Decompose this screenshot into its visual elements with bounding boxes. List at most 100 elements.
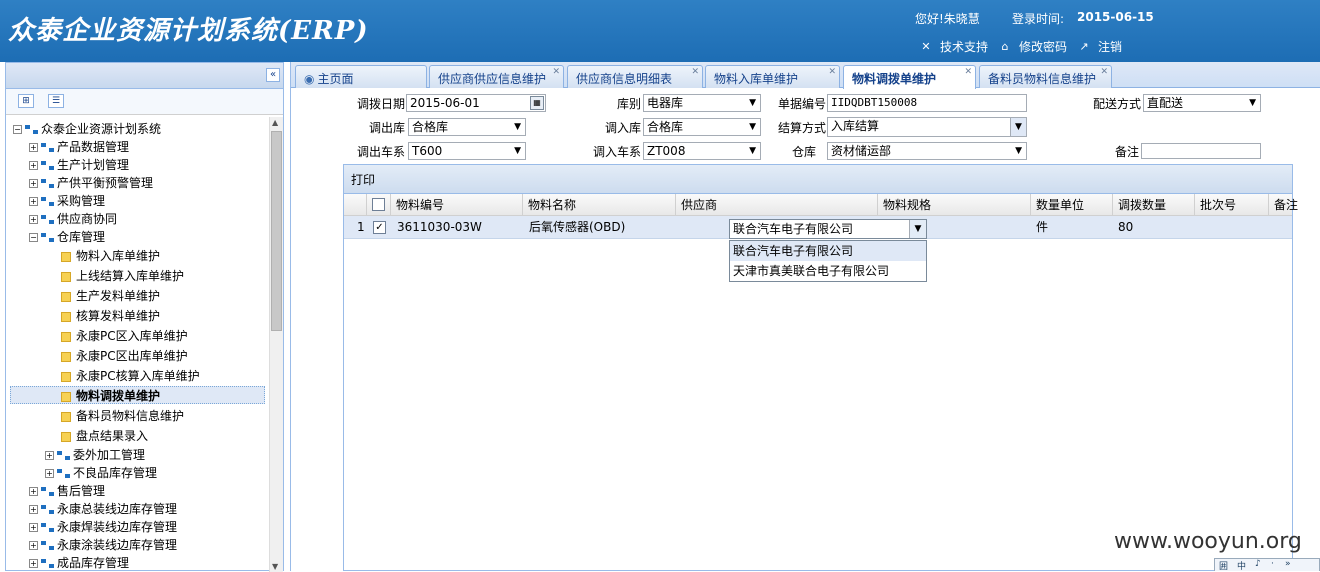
close-icon[interactable]: ✕ (964, 67, 972, 77)
tree-leaf[interactable]: 永康PC区出库单维护 (61, 347, 188, 365)
logout-icon: ↗ (1079, 40, 1089, 53)
out-series-select[interactable]: T600 ▼ (408, 142, 526, 160)
col-material-name[interactable]: 物料名称 (523, 194, 676, 216)
tree-scrollbar[interactable]: ▲ ▼ (269, 117, 283, 572)
tab-material-inbound[interactable]: 物料入库单维护 ✕ (705, 65, 840, 88)
doc-no-field[interactable]: IIDQDBT150008 (827, 94, 1027, 112)
col-remark[interactable]: 备注 (1269, 194, 1298, 216)
tree-leaf[interactable]: 备料员物料信息维护 (61, 407, 184, 425)
tree-node-finished-stock[interactable]: + 成品库存管理 (29, 554, 129, 572)
ime-icon[interactable]: 中 (1237, 559, 1246, 572)
chevron-down-icon[interactable]: ▼ (909, 220, 926, 238)
logout-link[interactable]: ↗ 注销 (1078, 38, 1122, 55)
calendar-icon[interactable]: ▦ (530, 96, 544, 110)
tree-node-root[interactable]: − 众泰企业资源计划系统 (13, 120, 161, 138)
expand-icon[interactable]: + (29, 541, 38, 550)
tree-leaf[interactable]: 上线结算入库单维护 (61, 267, 184, 285)
tree-node-after-sales[interactable]: + 售后管理 (29, 482, 105, 500)
tree-node-supplier-collab[interactable]: + 供应商协同 (29, 210, 117, 228)
collapse-all-icon[interactable]: ☰ (48, 94, 64, 108)
tree-leaf-selected[interactable]: 物料调拨单维护 (10, 386, 265, 404)
expand-icon[interactable]: + (29, 143, 38, 152)
tech-support-link[interactable]: ✕ 技术支持 (920, 38, 988, 55)
dropdown-arrow-icon: ▼ (749, 146, 756, 156)
in-series-select[interactable]: ZT008 ▼ (643, 142, 761, 160)
dropdown-arrow-icon[interactable]: ▼ (1010, 118, 1026, 136)
tree-leaf[interactable]: 永康PC核算入库单维护 (61, 367, 200, 385)
col-batch[interactable]: 批次号 (1195, 194, 1269, 216)
tree-node-painting-stock[interactable]: + 永康涂装线边库存管理 (29, 536, 177, 554)
tree-node-purchasing[interactable]: + 采购管理 (29, 192, 105, 210)
double-chevron-left-icon[interactable]: « (266, 68, 280, 82)
tree-node-assembly-stock[interactable]: + 永康总装线边库存管理 (29, 500, 177, 518)
delivery-select[interactable]: 直配送 ▼ (1143, 94, 1261, 112)
tab-material-info[interactable]: 备料员物料信息维护 ✕ (979, 65, 1112, 88)
folder-tree-icon (41, 178, 55, 189)
expand-icon[interactable]: + (29, 505, 38, 514)
expand-all-icon[interactable]: ⊞ (18, 94, 34, 108)
col-material-code[interactable]: 物料编号 (391, 194, 523, 216)
folder-tree-icon (41, 214, 55, 225)
ime-icon[interactable]: ♪ (1255, 559, 1261, 569)
supplier-combo[interactable]: 联合汽车电子有限公司 ▼ (729, 219, 927, 239)
close-icon[interactable]: ✕ (552, 67, 560, 77)
tree-leaf[interactable]: 永康PC区入库单维护 (61, 327, 188, 345)
expand-icon[interactable]: + (45, 451, 54, 460)
tree-node-product-data[interactable]: + 产品数据管理 (29, 138, 129, 156)
supplier-option[interactable]: 天津市真美联合电子有限公司 (730, 261, 926, 281)
expand-icon[interactable]: + (29, 559, 38, 568)
tree-leaf[interactable]: 生产发料单维护 (61, 287, 160, 305)
tree-leaf[interactable]: 物料入库单维护 (61, 247, 160, 265)
expand-icon[interactable]: + (29, 215, 38, 224)
out-warehouse-select[interactable]: 合格库 ▼ (408, 118, 526, 136)
tab-supplier-supply-info[interactable]: 供应商供应信息维护 ✕ (429, 65, 564, 88)
ime-icon[interactable]: · (1271, 559, 1274, 569)
scroll-down-icon[interactable]: ▼ (272, 562, 278, 571)
tree-node-defective-stock[interactable]: + 不良品库存管理 (45, 464, 157, 482)
close-icon[interactable]: ✕ (828, 67, 836, 77)
col-spec[interactable]: 物料规格 (878, 194, 1031, 216)
store-label: 仓库 (791, 145, 816, 159)
folder-tree-icon (41, 558, 55, 569)
warehouse-type-select[interactable]: 电器库 ▼ (643, 94, 761, 112)
ime-icon[interactable]: 囲 (1219, 559, 1228, 572)
tree-node-warehouse[interactable]: − 仓库管理 (29, 228, 105, 246)
folder-tree-icon (41, 232, 55, 243)
expand-icon[interactable]: + (29, 487, 38, 496)
tab-supplier-detail[interactable]: 供应商信息明细表 ✕ (567, 65, 703, 88)
supplier-option[interactable]: 联合汽车电子有限公司 (730, 241, 926, 261)
tree-node-supply-balance[interactable]: + 产供平衡预警管理 (29, 174, 153, 192)
expand-icon[interactable]: + (45, 469, 54, 478)
close-icon[interactable]: ✕ (1100, 67, 1108, 77)
expand-icon[interactable]: + (29, 197, 38, 206)
tree-leaf[interactable]: 核算发料单维护 (61, 307, 160, 325)
store-select[interactable]: 资材储运部 ▼ (827, 142, 1027, 160)
tree-node-welding-stock[interactable]: + 永康焊装线边库存管理 (29, 518, 177, 536)
col-qty[interactable]: 调拨数量 (1113, 194, 1195, 216)
close-icon[interactable]: ✕ (691, 67, 699, 77)
nav-tree: − 众泰企业资源计划系统 + 产品数据管理 + 生产计划管理 + 产供平衡预警管理 + 采… (6, 117, 271, 572)
scroll-up-icon[interactable]: ▲ (272, 118, 278, 127)
in-warehouse-select[interactable]: 合格库 ▼ (643, 118, 761, 136)
ime-icon[interactable]: » (1285, 559, 1291, 569)
col-supplier[interactable]: 供应商 (676, 194, 878, 216)
expand-icon[interactable]: + (29, 161, 38, 170)
tree-node-outsourcing[interactable]: + 委外加工管理 (45, 446, 145, 464)
collapse-icon[interactable]: − (29, 233, 38, 242)
expand-icon[interactable]: + (29, 523, 38, 532)
collapse-icon[interactable]: − (13, 125, 22, 134)
settle-combo[interactable]: 入库结算 ▼ (827, 117, 1027, 137)
date-field[interactable]: 2015-06-01 ▦ (406, 94, 546, 112)
expand-icon[interactable]: + (29, 179, 38, 188)
tab-material-transfer[interactable]: 物料调拨单维护 ✕ (843, 65, 976, 89)
row-checkbox[interactable]: ✓ (373, 221, 386, 234)
select-all-checkbox[interactable] (372, 198, 385, 211)
col-unit[interactable]: 数量单位 (1031, 194, 1113, 216)
print-button[interactable]: 打印 (351, 171, 375, 188)
tab-home[interactable]: ◉ 主页面 (295, 65, 427, 88)
tree-leaf[interactable]: 盘点结果录入 (61, 427, 148, 445)
scrollbar-thumb[interactable] (271, 131, 282, 331)
remark-field[interactable] (1141, 143, 1261, 159)
change-password-link[interactable]: ⌂ 修改密码 (999, 38, 1068, 55)
tree-node-production-plan[interactable]: + 生产计划管理 (29, 156, 129, 174)
